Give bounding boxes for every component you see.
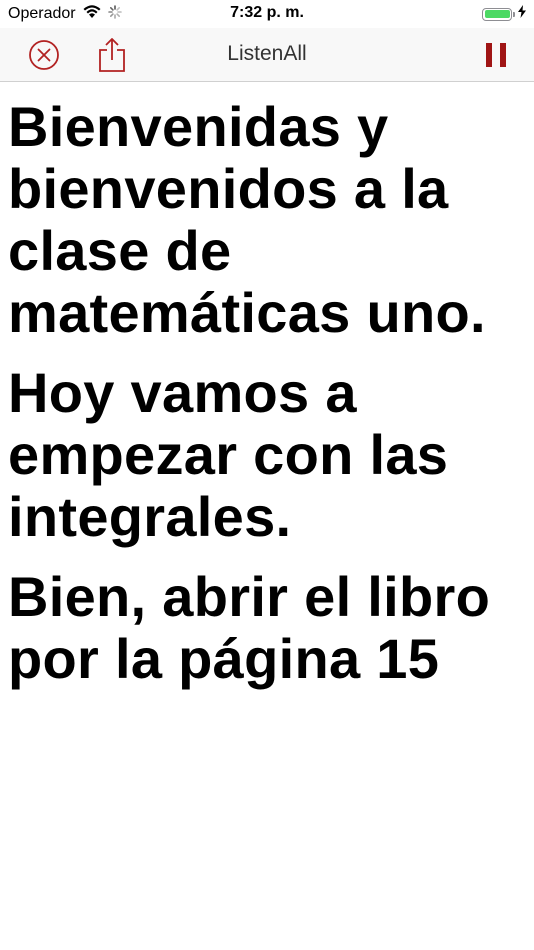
transcript-paragraph: Hoy vamos a empezar con las integrales. (8, 361, 449, 548)
charging-bolt-icon (518, 5, 526, 23)
status-right (482, 5, 526, 23)
transcript-area: Bienvenidas y bienvenidos a la clase de … (8, 96, 526, 708)
transcript-paragraph: Bienvenidas y bienvenidos a la clase de … (8, 95, 486, 344)
nav-title: ListenAll (227, 42, 307, 65)
pause-button[interactable] (476, 36, 516, 74)
battery-icon (482, 7, 512, 21)
transcript-paragraph: Bien, abrir el libro por la página 15 (8, 565, 491, 690)
battery-fill (484, 10, 510, 18)
status-time: 7:32 p. m. (230, 4, 304, 21)
status-bar: Operador 7:32 p. m. (0, 0, 534, 28)
pause-icon (486, 43, 506, 67)
battery-tip (513, 11, 515, 17)
nav-bar: ListenAll (0, 28, 534, 82)
